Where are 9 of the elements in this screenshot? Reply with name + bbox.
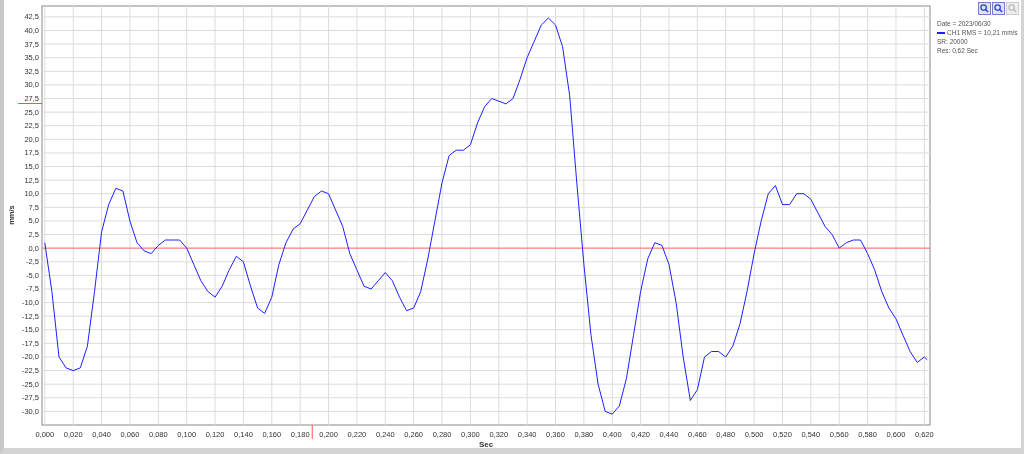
- zoom-icon: [1008, 4, 1017, 13]
- cursor-marker: [311, 424, 313, 440]
- zoom-button[interactable]: [978, 2, 991, 15]
- legend-swatch: [937, 31, 945, 34]
- zoom-button[interactable]: [992, 2, 1005, 15]
- zoom-icon: [980, 4, 989, 13]
- x-axis-title: Sec: [478, 440, 494, 448]
- cursor-marker: [17, 103, 43, 104]
- zoom-icon: [994, 4, 1003, 13]
